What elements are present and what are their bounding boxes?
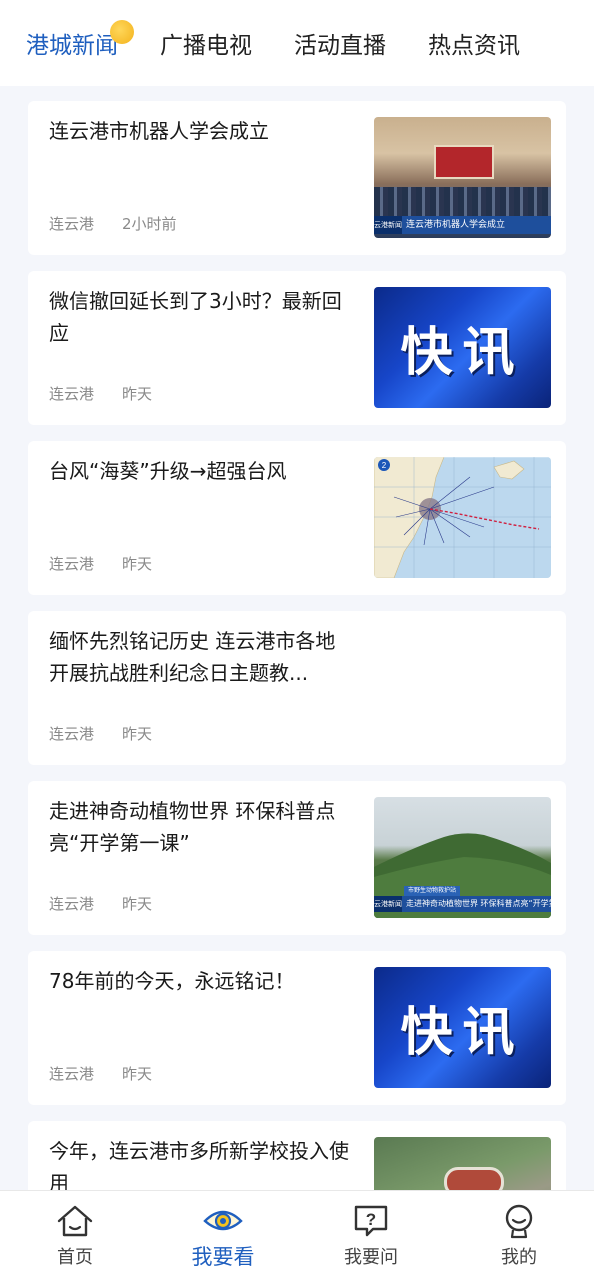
- news-title: 微信撤回延长到了3小时？最新回应: [49, 289, 342, 345]
- news-title: 台风“海葵”升级→超强台风: [49, 459, 287, 483]
- news-thumbnail: 快讯: [374, 967, 551, 1088]
- news-title: 连云港市机器人学会成立: [49, 119, 269, 143]
- channel-logo: 云港新闻: [374, 216, 402, 234]
- audience: [374, 187, 551, 217]
- caption-subtitle: 市野生动物救护站: [404, 886, 461, 896]
- nav-mine-label: 我的: [501, 1247, 537, 1268]
- news-card[interactable]: 连云港市机器人学会成立 连云港 2小时前 连云港市机器人学会成立 云港新闻: [28, 101, 566, 255]
- news-thumbnail: 快讯: [374, 287, 551, 408]
- news-source: 连云港: [49, 215, 95, 233]
- news-source: 连云港: [49, 725, 95, 743]
- tab-live-events[interactable]: 活动直播: [294, 28, 386, 64]
- news-card[interactable]: 走进神奇动植物世界 环保科普点亮“开学第一课” 连云港 昨天 市野生动物救护站 走…: [28, 781, 566, 935]
- news-source: 连云港: [49, 895, 95, 913]
- news-title: 今年，连云港市多所新学校投入使用: [49, 1139, 349, 1190]
- news-card[interactable]: 微信撤回延长到了3小时？最新回应 连云港 昨天 快讯: [28, 271, 566, 425]
- nav-ask[interactable]: ? 我要问: [311, 1191, 431, 1280]
- news-thumbnail: 市野生动物救护站 走进神奇动植物世界 环保科普点亮“开学第一课” 云港新闻: [374, 797, 551, 918]
- news-title: 走进神奇动植物世界 环保科普点亮“开学第一课”: [49, 799, 336, 855]
- tab-broadcast-tv[interactable]: 广播电视: [160, 28, 252, 64]
- news-time: 昨天: [122, 725, 153, 743]
- nav-watch[interactable]: 我要看: [163, 1191, 283, 1280]
- news-card[interactable]: 78年前的今天，永远铭记！ 连云港 昨天 快讯: [28, 951, 566, 1105]
- svg-text:2: 2: [382, 461, 387, 470]
- bottom-nav: 首页 我要看 ? 我要问 我的: [0, 1190, 594, 1280]
- typhoon-map-graphic: 2: [374, 457, 551, 578]
- question-icon: ?: [354, 1205, 388, 1237]
- news-meta: 连云港 昨天: [49, 553, 180, 574]
- tab-hot-news[interactable]: 热点资讯: [428, 28, 520, 64]
- news-card[interactable]: 今年，连云港市多所新学校投入使用: [28, 1121, 566, 1190]
- news-title: 缅怀先烈铭记历史 连云港市各地开展抗战胜利纪念日主题教...: [49, 629, 336, 685]
- news-title: 78年前的今天，永远铭记！: [49, 969, 295, 993]
- news-feed[interactable]: 连云港市机器人学会成立 连云港 2小时前 连云港市机器人学会成立 云港新闻 微信撤…: [0, 86, 594, 1190]
- news-source: 连云港: [49, 385, 95, 403]
- news-time: 昨天: [122, 1065, 153, 1083]
- news-time: 2小时前: [122, 215, 177, 233]
- news-thumbnail: [374, 1137, 551, 1190]
- news-time: 昨天: [122, 895, 153, 913]
- app-screen: 港城新闻 广播电视 活动直播 热点资讯 连云港市机器人学会成立 连云港 2小时前 …: [0, 0, 594, 1280]
- sports-field: [444, 1167, 504, 1190]
- tab-gangcheng-news[interactable]: 港城新闻: [26, 28, 118, 64]
- flash-news-label: 快讯: [400, 322, 525, 383]
- news-time: 昨天: [122, 385, 153, 403]
- news-meta: 连云港 昨天: [49, 383, 180, 404]
- news-time: 昨天: [122, 555, 153, 573]
- eye-icon: [203, 1210, 243, 1231]
- home-icon: [57, 1205, 93, 1237]
- news-meta: 连云港 昨天: [49, 723, 180, 744]
- nav-ask-label: 我要问: [344, 1247, 398, 1268]
- nav-mine[interactable]: 我的: [459, 1191, 579, 1280]
- flash-news-label: 快讯: [400, 1002, 525, 1063]
- news-thumbnail: 2: [374, 457, 551, 578]
- news-meta: 连云港 2小时前: [49, 213, 205, 234]
- channel-logo: 云港新闻: [374, 896, 402, 912]
- news-card[interactable]: 缅怀先烈铭记历史 连云港市各地开展抗战胜利纪念日主题教... 连云港 昨天: [28, 611, 566, 765]
- profile-icon: [505, 1204, 533, 1239]
- new-indicator-dot: [110, 20, 134, 44]
- nav-home-label: 首页: [57, 1247, 93, 1268]
- svg-text:?: ?: [366, 1210, 376, 1229]
- news-card[interactable]: 台风“海葵”升级→超强台风 连云港 昨天 2: [28, 441, 566, 595]
- nav-watch-label: 我要看: [191, 1245, 255, 1269]
- news-meta: 连云港 昨天: [49, 1063, 180, 1084]
- stage-screen: [434, 145, 494, 179]
- top-tab-bar: 港城新闻 广播电视 活动直播 热点资讯: [0, 0, 594, 86]
- nav-home[interactable]: 首页: [15, 1191, 135, 1280]
- news-meta: 连云港 昨天: [49, 893, 180, 914]
- news-source: 连云港: [49, 555, 95, 573]
- news-source: 连云港: [49, 1065, 95, 1083]
- news-thumbnail: 连云港市机器人学会成立 云港新闻: [374, 117, 551, 238]
